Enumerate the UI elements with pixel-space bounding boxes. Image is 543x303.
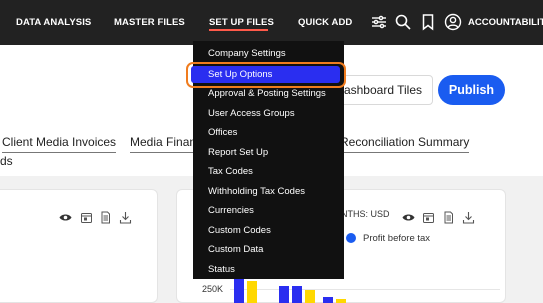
chart-bar (305, 290, 315, 303)
download-icon[interactable] (119, 211, 132, 224)
menu-item-report-set-up[interactable]: Report Set Up (208, 147, 268, 158)
nav-master-files[interactable]: MASTER FILES (114, 17, 185, 28)
tab-client-media-invoices[interactable]: Client Media Invoices (2, 135, 117, 153)
search-icon[interactable] (394, 13, 412, 31)
menu-item-custom-codes[interactable]: Custom Codes (208, 225, 271, 236)
chart-bar (279, 286, 289, 303)
bookmark-icon[interactable] (419, 13, 437, 31)
menu-item-user-access-groups[interactable]: User Access Groups (208, 108, 295, 119)
nav-set-up-files[interactable]: SET UP FILES (209, 17, 274, 28)
download-icon[interactable] (462, 211, 475, 224)
chart-bar (234, 277, 244, 303)
dashboard-card-left (0, 189, 158, 303)
menu-item-withholding-tax-codes[interactable]: Withholding Tax Codes (208, 186, 305, 197)
nav-active-underline (209, 29, 268, 31)
menu-item-approval-posting-settings[interactable]: Approval & Posting Settings (208, 88, 326, 99)
menu-item-set-up-options[interactable]: Set Up Options (208, 69, 272, 80)
chart-months-label: NTHS: USD (341, 209, 390, 219)
menu-item-custom-data[interactable]: Custom Data (208, 244, 263, 255)
nav-data-analysis[interactable]: DATA ANALYSIS (16, 17, 91, 28)
chart-bar (336, 299, 346, 303)
calendar-icon[interactable] (422, 211, 435, 224)
chart-gridline (230, 289, 500, 290)
menu-item-tax-codes[interactable]: Tax Codes (208, 166, 253, 177)
tab-reconciliation-summary[interactable]: Reconciliation Summary (340, 135, 470, 153)
eye-icon[interactable] (402, 211, 415, 224)
menu-item-status[interactable]: Status (208, 264, 235, 275)
tab-second-row-fragment[interactable]: ds (0, 154, 13, 168)
document-icon[interactable] (99, 211, 112, 224)
account-label[interactable]: ACCOUNTABILITY (468, 17, 543, 28)
document-icon[interactable] (442, 211, 455, 224)
nav-quick-add[interactable]: QUICK ADD (298, 17, 352, 28)
publish-button[interactable]: Publish (438, 75, 505, 105)
sliders-icon[interactable] (370, 13, 388, 31)
user-icon[interactable] (444, 13, 462, 31)
menu-item-offices[interactable]: Offices (208, 127, 237, 138)
chart-bar (323, 297, 333, 303)
chart-bar (247, 281, 257, 303)
eye-icon[interactable] (59, 211, 72, 224)
y-tick-label: 250K (202, 284, 224, 294)
calendar-icon[interactable] (80, 211, 93, 224)
menu-item-company-settings[interactable]: Company Settings (208, 48, 286, 59)
chart-bar (292, 286, 302, 303)
menu-item-currencies[interactable]: Currencies (208, 205, 254, 216)
legend-swatch (346, 233, 356, 243)
dashboard-tiles-button[interactable]: Dashboard Tiles (334, 75, 433, 105)
legend-label: Profit before tax (363, 233, 431, 244)
